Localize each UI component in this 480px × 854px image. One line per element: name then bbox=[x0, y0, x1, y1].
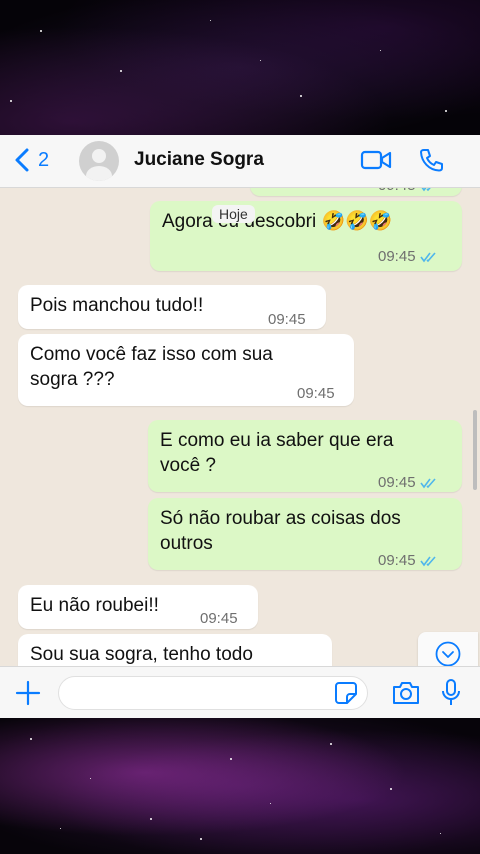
message-text: Sou sua sogra, tenho todo bbox=[30, 644, 253, 665]
video-call-icon[interactable] bbox=[360, 147, 392, 173]
message-time: 09:45 bbox=[378, 188, 416, 198]
whatsapp-screen: 2 Juciane Sogra 09:45 bbox=[0, 135, 480, 718]
plus-icon[interactable] bbox=[15, 680, 41, 706]
avatar[interactable] bbox=[79, 141, 119, 181]
read-ticks-icon bbox=[419, 555, 436, 566]
scroll-to-bottom-button[interactable] bbox=[418, 632, 478, 666]
message-bubble-out[interactable]: Só não roubar as coisas dos outros 09:45 bbox=[148, 498, 462, 570]
camera-icon[interactable] bbox=[391, 680, 421, 706]
message-text: Agora eu descobri 🤣🤣🤣 bbox=[162, 211, 393, 232]
back-button[interactable]: 2 bbox=[12, 147, 49, 173]
chevron-down-circle-icon bbox=[435, 641, 461, 666]
unread-count: 2 bbox=[38, 148, 50, 171]
message-text-line: você ? bbox=[160, 455, 216, 476]
message-text-line: sogra ??? bbox=[30, 369, 115, 390]
message-bubble-out[interactable]: Agora eu descobri 🤣🤣🤣 09:45 bbox=[150, 201, 462, 271]
chat-header: 2 Juciane Sogra bbox=[0, 135, 480, 188]
background-top bbox=[0, 0, 480, 135]
message-text-line: E como eu ia saber que era bbox=[160, 430, 394, 451]
message-input[interactable] bbox=[58, 676, 368, 710]
message-bubble-in[interactable]: Pois manchou tudo!! 09:45 bbox=[18, 285, 326, 329]
read-ticks-icon bbox=[419, 477, 436, 488]
contact-name[interactable]: Juciane Sogra bbox=[134, 149, 264, 171]
message-text-line: Como você faz isso com sua bbox=[30, 344, 273, 365]
message-list[interactable]: 09:45 Agora eu descobri 🤣🤣🤣 09:45 Hoje P… bbox=[0, 188, 480, 666]
message-time: 09:45 bbox=[378, 248, 416, 265]
background-bottom bbox=[0, 718, 480, 854]
message-text-line: outros bbox=[160, 533, 213, 554]
read-ticks-icon bbox=[421, 188, 430, 191]
microphone-icon[interactable] bbox=[440, 678, 462, 708]
message-bubble-partial[interactable]: 09:45 bbox=[250, 188, 462, 196]
composer-bar bbox=[0, 666, 480, 718]
read-ticks-icon bbox=[419, 251, 436, 262]
message-bubble-in[interactable]: Como você faz isso com sua sogra ??? 09:… bbox=[18, 334, 354, 406]
message-bubble-in[interactable]: Eu não roubei!! 09:45 bbox=[18, 585, 258, 629]
chevron-left-icon bbox=[15, 148, 29, 172]
date-divider: Hoje bbox=[212, 205, 255, 223]
scrollbar[interactable] bbox=[473, 410, 477, 490]
message-text: Pois manchou tudo!! bbox=[30, 295, 204, 316]
message-bubble-out[interactable]: E como eu ia saber que era você ? 09:45 bbox=[148, 420, 462, 492]
phone-icon[interactable] bbox=[418, 147, 444, 173]
message-time: 09:45 bbox=[297, 385, 335, 402]
message-text-line: Só não roubar as coisas dos bbox=[160, 508, 401, 529]
message-text: Eu não roubei!! bbox=[30, 595, 159, 616]
message-time: 09:45 bbox=[378, 552, 416, 569]
message-time: 09:45 bbox=[268, 311, 306, 328]
message-bubble-in[interactable]: Sou sua sogra, tenho todo bbox=[18, 634, 332, 666]
message-time: 09:45 bbox=[200, 610, 238, 627]
message-time: 09:45 bbox=[378, 474, 416, 491]
sticker-icon[interactable] bbox=[334, 681, 358, 705]
